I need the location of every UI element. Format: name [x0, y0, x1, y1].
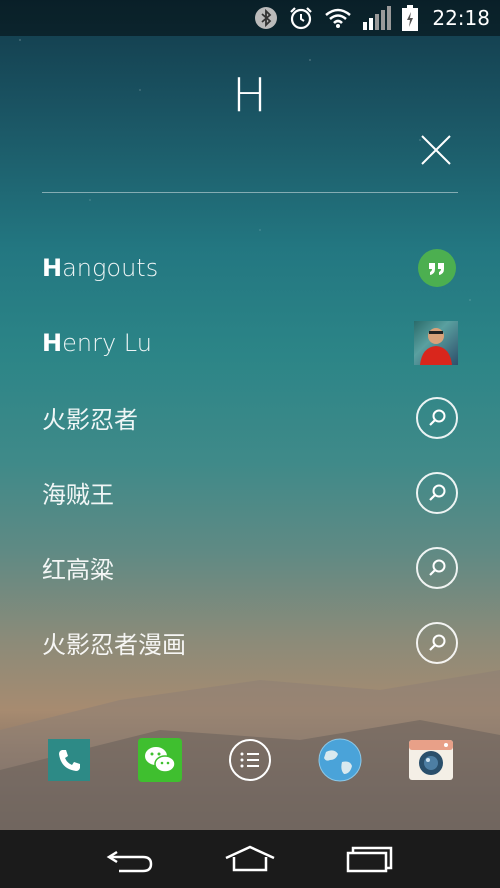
result-label: 火影忍者 [42, 406, 138, 434]
recents-icon[interactable] [340, 839, 400, 879]
result-label: 火影忍者漫画 [42, 631, 186, 659]
dock [0, 734, 500, 786]
result-label: 红高粱 [42, 556, 114, 584]
camera-icon[interactable] [408, 738, 453, 782]
wifi-icon [325, 8, 352, 28]
search-icon [416, 621, 458, 664]
contact-photo [414, 320, 458, 365]
search-divider [42, 192, 458, 193]
home-icon[interactable] [220, 839, 280, 879]
clock: 22:18 [432, 6, 490, 30]
bluetooth-icon [255, 7, 278, 29]
result-hangouts[interactable]: Hangouts [42, 230, 458, 305]
result-label: 海贼王 [42, 481, 114, 509]
signal-icon [363, 6, 392, 30]
alarm-icon [290, 7, 313, 30]
search-results: Hangouts Henry Lu 火影忍者 海贼王 红高粱 火影忍者漫画 [42, 230, 458, 680]
phone-icon[interactable] [47, 738, 91, 782]
search-icon [416, 546, 458, 589]
browser-globe-icon[interactable] [318, 738, 362, 782]
search-icon [416, 396, 458, 439]
navigation-bar [0, 830, 500, 888]
result-search-suggestion[interactable]: 火影忍者漫画 [42, 605, 458, 680]
wechat-icon[interactable] [137, 738, 182, 782]
hangouts-icon [418, 248, 456, 287]
close-icon[interactable] [418, 132, 454, 168]
result-search-suggestion[interactable]: 火影忍者 [42, 380, 458, 455]
battery-charging-icon [402, 5, 419, 31]
result-search-suggestion[interactable]: 海贼王 [42, 455, 458, 530]
search-icon [416, 471, 458, 514]
search-query[interactable]: H [0, 68, 500, 122]
result-label: Henry Lu [42, 328, 152, 357]
back-icon[interactable] [100, 839, 160, 879]
result-label: Hangouts [42, 253, 159, 282]
status-bar: 22:18 [0, 0, 500, 36]
result-search-suggestion[interactable]: 红高粱 [42, 530, 458, 605]
result-contact-henry-lu[interactable]: Henry Lu [42, 305, 458, 380]
app-drawer-icon[interactable] [228, 738, 272, 782]
